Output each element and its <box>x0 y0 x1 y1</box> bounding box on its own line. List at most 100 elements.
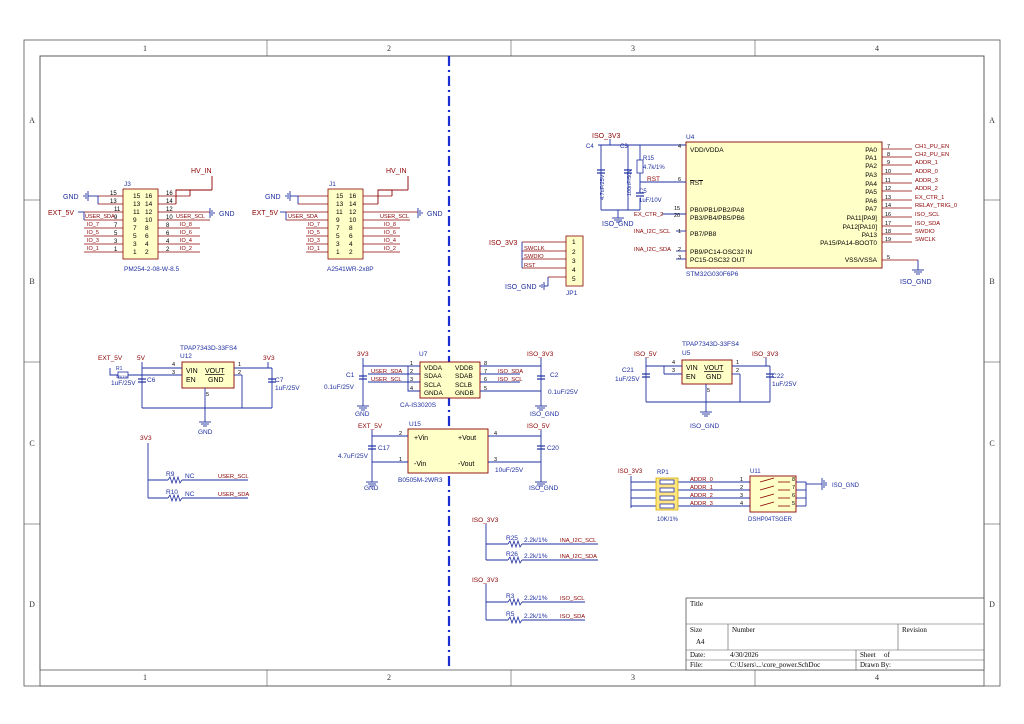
svg-text:5: 5 <box>484 386 487 392</box>
u4-pin-rst: RST <box>690 180 703 187</box>
u7-net-iso-sda: ISO_SDA <box>498 369 523 375</box>
c4-val: 4.7uF/25V <box>600 174 606 200</box>
u7-sclb: SCLB <box>455 382 472 389</box>
svg-text:4: 4 <box>349 241 353 248</box>
c1-val: 0.1uF/25V <box>324 384 355 391</box>
u11-pin-1: 1 <box>740 477 743 483</box>
u12-title: TPAP7343D-33FS4 <box>180 345 237 352</box>
svg-text:14: 14 <box>145 201 153 208</box>
u4-pin-pb0: PB0/PB1/PB2/PA8 <box>690 207 744 214</box>
svg-text:6: 6 <box>678 177 681 183</box>
r15-val: 4.7k/1% <box>643 165 665 171</box>
header-jp1: 1 2 3 4 5 JP1 ISO_3V3 ISO_GND SWCLK SWDI… <box>489 235 584 297</box>
row-label-c: C <box>29 439 34 448</box>
svg-text:3: 3 <box>494 457 497 463</box>
tb-file-val: C:\Users\...\core_power.SchDoc <box>730 661 820 669</box>
jp1-pin-4: 4 <box>572 267 576 274</box>
svg-text:19: 19 <box>885 237 891 243</box>
jp1-pin-5: 5 <box>572 276 576 283</box>
j1-net-l3: IO_3 <box>308 238 320 244</box>
u4-pin-pb9: PB9/PC14-OSC32 IN <box>690 249 752 256</box>
net-ex-ctr-1: EX_CTR_1 <box>915 195 944 201</box>
jp1-pin-3: 3 <box>572 258 576 265</box>
u7-scla: SCLA <box>424 382 442 389</box>
svg-text:2: 2 <box>736 368 739 374</box>
svg-text:1: 1 <box>133 249 137 256</box>
u7-net-user-scl: USER_SCL <box>371 377 402 383</box>
c2-val: 0.1uF/25V <box>548 389 579 396</box>
svg-text:3: 3 <box>133 241 137 248</box>
u15-name: B0505M-2WR3 <box>398 477 443 484</box>
svg-text:3: 3 <box>336 241 340 248</box>
row-label-a-right: A <box>989 116 995 125</box>
svg-text:10: 10 <box>349 217 357 224</box>
c22-ref: C22 <box>772 373 784 380</box>
svg-text:11: 11 <box>885 178 891 184</box>
u15-ref: U15 <box>409 421 421 428</box>
j1-name: A2541WR-2x8P <box>327 266 374 273</box>
r9-nc: NC <box>185 473 195 480</box>
col-label-4: 4 <box>875 44 879 53</box>
j3-net-r2: IO_6 <box>180 230 192 236</box>
svg-text:2: 2 <box>399 431 402 437</box>
u7-sdab: SDAB <box>455 373 473 380</box>
u11-pin-2: 2 <box>740 485 743 491</box>
u7-3v3: 3V3 <box>357 351 369 358</box>
svg-text:9: 9 <box>887 160 890 166</box>
j3-ref: J3 <box>124 181 131 188</box>
row-label-d-right: D <box>989 600 995 609</box>
c21-val: 1uF/25V <box>615 376 640 383</box>
net-swdio: SWDIO <box>915 229 935 235</box>
svg-text:14: 14 <box>349 201 357 208</box>
u5-en: EN <box>686 374 696 381</box>
r10-ref: R10 <box>166 489 178 496</box>
isolator-u7: U7 CA-IS3020S VDDA SDAA SCLA GNDA VDDB S… <box>324 351 579 418</box>
r25-ref: R25 <box>506 535 518 542</box>
rp1-val: 10K/1% <box>657 517 679 523</box>
col-label-2: 2 <box>387 44 391 53</box>
c3-val: 100nF/50V <box>627 169 633 196</box>
u12-r-ref: R1 <box>116 366 123 372</box>
pullups-r3-r5: ISO_3V3 R3 R5 2.2k/1% 2.2k/1% ISO_SCL IS… <box>472 577 585 625</box>
u4-pin-pa2: PA2 <box>865 163 877 170</box>
u15-out: ISO_5V <box>527 423 550 430</box>
addr-supply: ISO_3V3 <box>618 469 643 475</box>
j1-ref: J1 <box>329 181 336 188</box>
svg-text:5: 5 <box>887 255 890 261</box>
c7-val: 1uF/25V <box>275 385 300 392</box>
u7-name: CA-IS3020S <box>400 402 437 409</box>
c1-ref: C1 <box>346 372 355 379</box>
r9-r10-supply: 3V3 <box>140 435 152 442</box>
j1-gnd-left: GND <box>265 194 281 201</box>
svg-text:8: 8 <box>887 152 890 158</box>
svg-text:8: 8 <box>349 225 353 232</box>
svg-text:4: 4 <box>494 431 497 437</box>
c4-ref: C4 <box>586 144 594 150</box>
svg-text:11: 11 <box>114 207 121 213</box>
net-addr-1: ADDR_1 <box>915 160 938 166</box>
u4-ref: U4 <box>686 134 695 141</box>
j1-net-l1: IO_7 <box>308 222 320 228</box>
u5-vout: VOUT <box>704 365 724 372</box>
net-swclk: SWCLK <box>915 237 936 243</box>
svg-text:14: 14 <box>166 199 173 205</box>
svg-text:13: 13 <box>133 201 141 208</box>
u11-pin-4: 4 <box>740 501 743 507</box>
svg-text:2: 2 <box>678 247 681 253</box>
r10-net: USER_SDA <box>218 492 249 498</box>
net-addr-0: ADDR_0 <box>915 169 938 175</box>
svg-text:12: 12 <box>885 186 891 192</box>
svg-text:18: 18 <box>885 229 891 235</box>
tb-date-val: 4/30/2026 <box>730 651 759 659</box>
svg-text:11: 11 <box>336 209 343 216</box>
u4-rst-net: RST <box>647 176 660 183</box>
addr-net-2: ADDR_2 <box>690 493 713 499</box>
svg-text:15: 15 <box>133 193 141 200</box>
svg-text:6: 6 <box>145 233 149 240</box>
svg-text:15: 15 <box>674 206 680 212</box>
u12-vout: VOUT <box>205 368 225 375</box>
u4-pin-pa1: PA1 <box>865 155 877 162</box>
net-relay-trig-0: RELAY_TRIG_0 <box>915 203 957 209</box>
svg-text:1: 1 <box>336 249 340 256</box>
svg-text:1: 1 <box>399 457 402 463</box>
